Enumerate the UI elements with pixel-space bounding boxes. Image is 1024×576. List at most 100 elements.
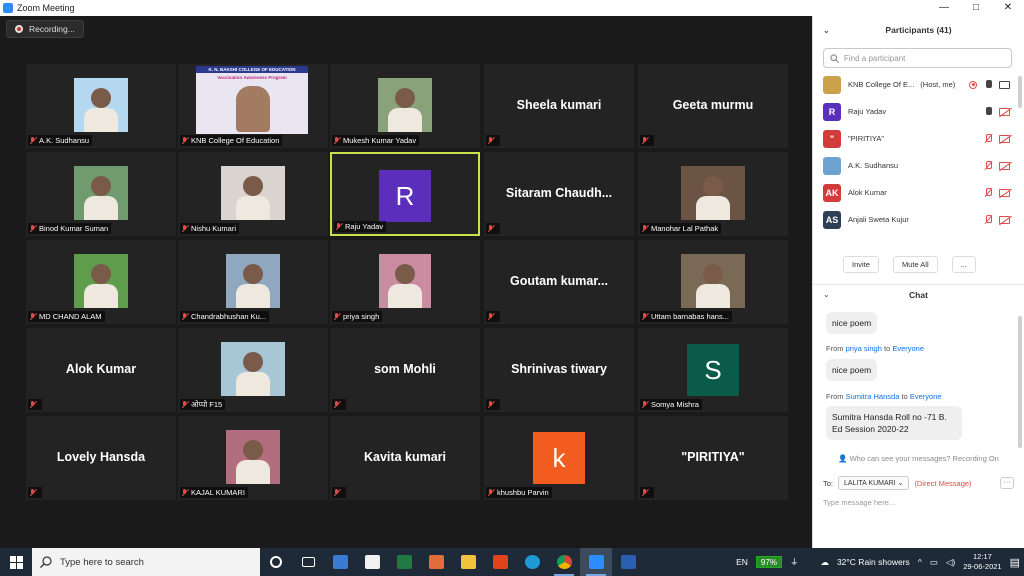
video-tile[interactable]: K. N. BAKSHI COLLEGE OF EDUCATION Vaccin… <box>178 64 328 148</box>
video-tile[interactable]: Alok Kumar <box>26 328 176 412</box>
video-tile[interactable]: MD CHAND ALAM <box>26 240 176 324</box>
chrome-button[interactable] <box>548 548 580 576</box>
word-icon <box>620 555 636 569</box>
muted-mic-icon[interactable] <box>984 188 992 197</box>
start-button[interactable] <box>0 548 32 576</box>
mic-icon[interactable] <box>984 107 992 116</box>
participant-row[interactable]: AS Anjali Sweta Kujur <box>813 206 1024 233</box>
video-tile[interactable]: Kavita kumari <box>330 416 480 500</box>
file-explorer-button[interactable] <box>452 548 484 576</box>
edge-button[interactable] <box>516 548 548 576</box>
camera-off-icon[interactable] <box>999 161 1010 170</box>
participant-row[interactable]: A.K. Sudhansu <box>813 152 1024 179</box>
participant-row[interactable]: KNB College Of E... (Host, me) <box>813 71 1024 98</box>
store-button[interactable] <box>356 548 388 576</box>
tile-participant-name: KAJAL KUMARI <box>191 488 245 497</box>
excel-button[interactable] <box>388 548 420 576</box>
participant-row[interactable]: AK Alok Kumar <box>813 179 1024 206</box>
video-feed <box>681 166 745 220</box>
video-tile[interactable]: Chandrabhushan Ku... <box>178 240 328 324</box>
tile-name-label: khushbu Parvin <box>486 487 552 498</box>
video-tile[interactable]: ओप्पो F15 <box>178 328 328 412</box>
muted-mic-icon[interactable] <box>984 134 992 143</box>
chat-sender[interactable]: priya singh <box>846 344 882 353</box>
collapse-chevron-icon[interactable]: ⌄ <box>823 26 830 35</box>
camera-off-icon[interactable] <box>999 215 1010 224</box>
cortana-button[interactable] <box>260 548 292 576</box>
muted-mic-icon[interactable] <box>984 215 992 224</box>
camera-off-icon[interactable] <box>999 134 1010 143</box>
invite-button[interactable]: Invite <box>843 256 879 273</box>
video-tile[interactable]: "PIRITIYA" <box>638 416 788 500</box>
recipient-dropdown[interactable]: LALITA KUMARI ⌄ <box>838 476 910 490</box>
chrome-icon <box>556 555 572 569</box>
taskbar-search-input[interactable]: Type here to search <box>32 548 260 576</box>
video-tile[interactable]: Binod Kumar Suman <box>26 152 176 236</box>
video-tile[interactable]: Manohar Lal Pathak <box>638 152 788 236</box>
video-tile[interactable]: Sheela kumari <box>484 64 634 148</box>
participants-more-button[interactable]: ... <box>951 256 976 273</box>
network-icon[interactable]: ▭ <box>930 557 938 568</box>
close-button[interactable]: ✕ <box>992 0 1024 16</box>
video-tile[interactable]: Geeta murmu <box>638 64 788 148</box>
task-view-button[interactable] <box>292 548 324 576</box>
participant-avatar: R <box>823 102 841 121</box>
camera-icon[interactable] <box>999 80 1010 89</box>
zoom-taskbar-button[interactable] <box>580 548 612 576</box>
taskbar-app-1[interactable] <box>324 548 356 576</box>
person-silhouette <box>703 264 723 284</box>
video-tile[interactable]: Uttam barnabas hans... <box>638 240 788 324</box>
video-tile[interactable]: S Somya Mishra <box>638 328 788 412</box>
notifications-icon[interactable]: ▤ <box>1010 556 1020 569</box>
camera-off-icon[interactable] <box>999 188 1010 197</box>
maximize-button[interactable]: □ <box>960 0 992 16</box>
tile-name-label <box>28 487 42 498</box>
participant-search-input[interactable]: Find a participant <box>823 48 1012 68</box>
chat-more-button[interactable]: ··· <box>1000 477 1014 489</box>
word-button[interactable] <box>612 548 644 576</box>
chat-sender[interactable]: Sumitra Hansda <box>846 392 900 401</box>
participant-name: Raju Yadav <box>848 107 887 116</box>
participants-scrollbar[interactable] <box>1018 76 1022 108</box>
weather-widget[interactable]: 32°C Rain showers <box>837 557 910 567</box>
chevron-up-icon[interactable]: ^ <box>918 557 922 567</box>
office-button[interactable] <box>484 548 516 576</box>
video-tile[interactable]: som Mohli <box>330 328 480 412</box>
language-indicator[interactable]: EN <box>736 557 748 567</box>
video-tile[interactable]: Nishu Kumari <box>178 152 328 236</box>
mic-icon[interactable] <box>984 80 992 89</box>
video-tile[interactable]: A.K. Sudhansu <box>26 64 176 148</box>
camera-off-icon[interactable] <box>999 107 1010 116</box>
recording-indicator[interactable]: Recording... <box>6 20 84 38</box>
chat-scrollbar[interactable] <box>1018 316 1022 448</box>
windows-logo-icon <box>9 555 23 569</box>
tile-participant-name: A.K. Sudhansu <box>39 136 90 145</box>
person-silhouette <box>236 86 270 132</box>
photos-app-button[interactable] <box>420 548 452 576</box>
mute-all-button[interactable]: Mute All <box>892 256 938 273</box>
video-tile[interactable]: priya singh <box>330 240 480 324</box>
video-tile[interactable]: k khushbu Parvin <box>484 416 634 500</box>
muted-mic-icon[interactable] <box>984 161 992 170</box>
video-tile[interactable]: Mukesh Kumar Yadav <box>330 64 480 148</box>
participant-row[interactable]: R Raju Yadav <box>813 98 1024 125</box>
who-can-see-link[interactable]: 👤 Who can see your messages? Recording O… <box>813 454 1024 463</box>
muted-mic-icon <box>641 312 648 321</box>
person-body <box>388 284 422 308</box>
tile-name-label: Mukesh Kumar Yadav <box>332 135 420 146</box>
video-tile[interactable]: Lovely Hansda <box>26 416 176 500</box>
chat-collapse-chevron-icon[interactable]: ⌄ <box>823 290 830 299</box>
battery-indicator[interactable]: 97% <box>755 556 782 568</box>
minimize-button[interactable]: — <box>928 0 960 16</box>
chat-message-input[interactable]: Type message here... <box>823 498 895 507</box>
participant-row[interactable]: " "PIRITIYA" <box>813 125 1024 152</box>
video-tile[interactable]: KAJAL KUMARI <box>178 416 328 500</box>
clock[interactable]: 12:17 29-06-2021 <box>963 552 1001 572</box>
tile-participant-name: Binod Kumar Suman <box>39 224 109 233</box>
participant-avatar: S <box>687 344 739 396</box>
video-tile[interactable]: R Raju Yadav <box>330 152 480 236</box>
video-tile[interactable]: Sitaram Chaudh... <box>484 152 634 236</box>
volume-icon[interactable]: ◁) <box>946 557 955 568</box>
video-tile[interactable]: Shrinivas tiwary <box>484 328 634 412</box>
video-tile[interactable]: Goutam kumar... <box>484 240 634 324</box>
